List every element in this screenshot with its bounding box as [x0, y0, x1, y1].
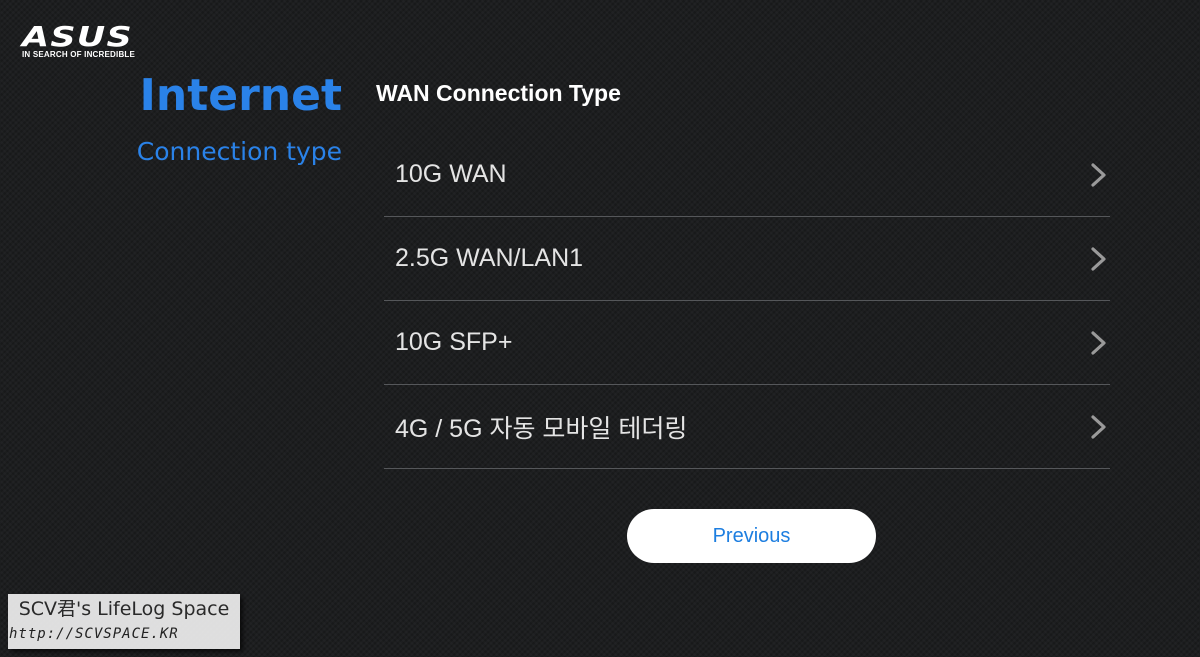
wan-option-label: 2.5G WAN/LAN1 [395, 244, 584, 272]
wan-option-10g-sfp[interactable]: 10G SFP+ [384, 301, 1110, 385]
watermark-url: http://SCVSPACE.KR [9, 626, 179, 642]
wan-type-list: 10G WAN 2.5G WAN/LAN1 10G SFP+ 4G / 5G 자… [384, 133, 1110, 469]
chevron-right-icon [1091, 330, 1106, 355]
chevron-right-icon [1091, 162, 1106, 187]
wan-option-label: 4G / 5G 자동 모바일 테더링 [395, 414, 688, 443]
wan-option-10g-wan[interactable]: 10G WAN [384, 133, 1110, 217]
wan-option-2-5g-wan-lan1[interactable]: 2.5G WAN/LAN1 [384, 217, 1110, 301]
chevron-right-icon [1091, 246, 1106, 271]
page-subtitle: Connection type [136, 137, 342, 166]
wan-option-mobile-tethering[interactable]: 4G / 5G 자동 모바일 테더링 [384, 385, 1110, 469]
asus-logo: ASUS IN SEARCH OF INCREDIBLE [22, 23, 135, 60]
watermark-title: SCV君's LifeLog Space [18, 598, 230, 620]
blog-watermark: SCV君's LifeLog Space http://SCVSPACE.KR [8, 594, 240, 649]
wan-option-label: 10G SFP+ [395, 328, 513, 356]
page-title: Internet [139, 70, 342, 121]
chevron-right-icon [1091, 414, 1106, 439]
section-title: WAN Connection Type [376, 80, 621, 106]
previous-button[interactable]: Previous [627, 509, 876, 563]
wan-option-label: 10G WAN [395, 160, 507, 188]
logo-wordmark: ASUS [22, 20, 133, 53]
